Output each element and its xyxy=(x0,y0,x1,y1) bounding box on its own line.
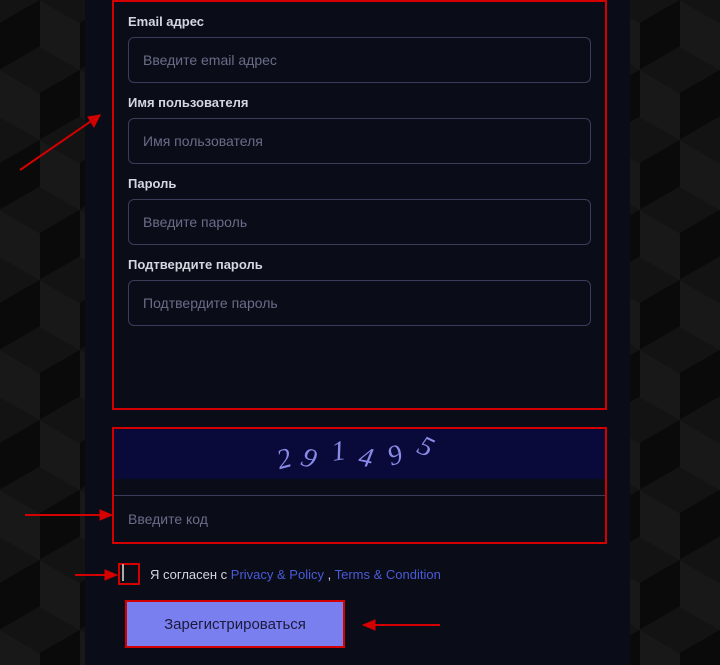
username-field[interactable] xyxy=(128,118,591,164)
register-button[interactable]: Зарегистрироваться xyxy=(125,600,345,648)
email-field[interactable] xyxy=(128,37,591,83)
password-field[interactable] xyxy=(128,199,591,245)
registration-form: Email адрес Имя пользователя Пароль Подт… xyxy=(112,0,607,410)
agree-sep: , xyxy=(324,567,335,582)
captcha-image: 2 9 1 4 9 5 xyxy=(114,429,605,479)
annotation-arrow-icon xyxy=(70,565,125,585)
email-label: Email адрес xyxy=(128,14,591,29)
annotation-arrow-icon xyxy=(20,505,120,525)
captcha-section: 2 9 1 4 9 5 xyxy=(112,427,607,544)
confirm-password-label: Подтвердите пароль xyxy=(128,257,591,272)
terms-link[interactable]: Terms & Condition xyxy=(335,567,441,582)
annotation-arrow-icon xyxy=(355,615,445,635)
confirm-password-field[interactable] xyxy=(128,280,591,326)
username-label: Имя пользователя xyxy=(128,95,591,110)
agree-row: Я согласен с Privacy & Policy , Terms & … xyxy=(118,563,441,585)
privacy-link[interactable]: Privacy & Policy xyxy=(231,567,324,582)
annotation-arrow-icon xyxy=(10,100,120,180)
captcha-input[interactable] xyxy=(114,495,605,542)
agree-text: Я согласен с xyxy=(150,567,231,582)
password-label: Пароль xyxy=(128,176,591,191)
